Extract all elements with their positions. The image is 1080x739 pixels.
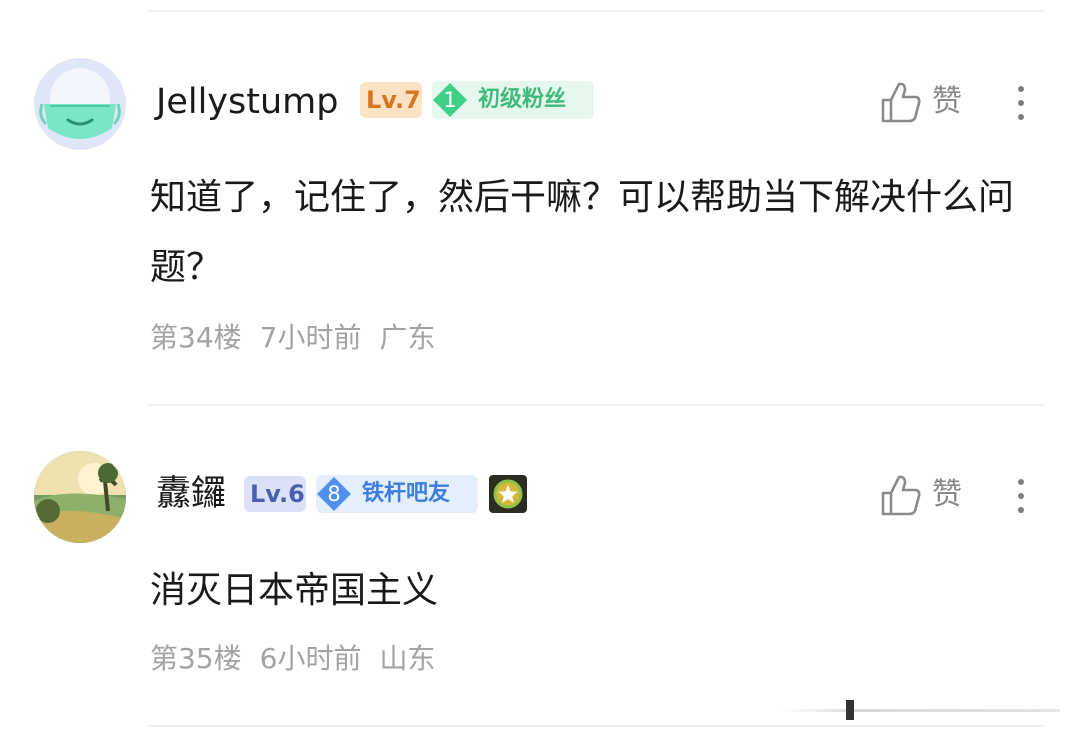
- post-time: 7小时前: [259, 321, 362, 354]
- more-vertical-icon[interactable]: [1012, 475, 1032, 519]
- like-label: 赞: [932, 84, 962, 119]
- post-time: 6小时前: [259, 642, 362, 675]
- level-badge: Lv.6: [244, 476, 306, 512]
- post-location: 山东: [379, 642, 436, 675]
- floor-number: 第34楼: [150, 321, 242, 354]
- like-label: 赞: [932, 477, 962, 512]
- diamond-icon: 8: [316, 476, 352, 512]
- landscape-avatar-icon[interactable]: [34, 451, 126, 543]
- mask-avatar-icon[interactable]: [34, 58, 126, 150]
- star-medal-icon[interactable]: [489, 475, 527, 513]
- username[interactable]: 纛鑼: [156, 474, 226, 514]
- scroll-indicator[interactable]: [778, 700, 1060, 720]
- bottom-divider: [148, 725, 1044, 727]
- fan-level-number: 1: [443, 88, 457, 112]
- like-button[interactable]: 赞: [880, 473, 970, 517]
- top-divider: [148, 10, 1044, 12]
- comment-meta: 第34楼 7小时前 广东: [150, 320, 453, 356]
- like-button[interactable]: 赞: [880, 80, 970, 124]
- comment-divider: [148, 404, 1044, 406]
- fan-title: 初级粉丝: [478, 87, 567, 112]
- thumbs-up-icon: [881, 82, 921, 123]
- fan-title: 铁杆吧友: [362, 481, 451, 506]
- post-location: 广东: [379, 321, 436, 354]
- comment-meta: 第35楼 6小时前 山东: [150, 641, 453, 677]
- diamond-icon: 1: [432, 82, 468, 118]
- more-vertical-icon[interactable]: [1012, 82, 1032, 126]
- comment-text: 消灭日本帝国主义: [150, 570, 439, 611]
- comment-text: 知道了，记住了，然后干嘛？可以帮助当下解决什么问题？: [150, 177, 1015, 288]
- username[interactable]: Jellystump: [156, 82, 338, 122]
- fan-badge[interactable]: 8 铁杆吧友: [316, 475, 478, 513]
- fan-badge[interactable]: 1 初级粉丝: [432, 81, 594, 119]
- fan-level-number: 8: [327, 482, 341, 506]
- thumbs-up-icon: [881, 475, 921, 516]
- level-badge: Lv.7: [360, 82, 422, 118]
- floor-number: 第35楼: [150, 642, 242, 675]
